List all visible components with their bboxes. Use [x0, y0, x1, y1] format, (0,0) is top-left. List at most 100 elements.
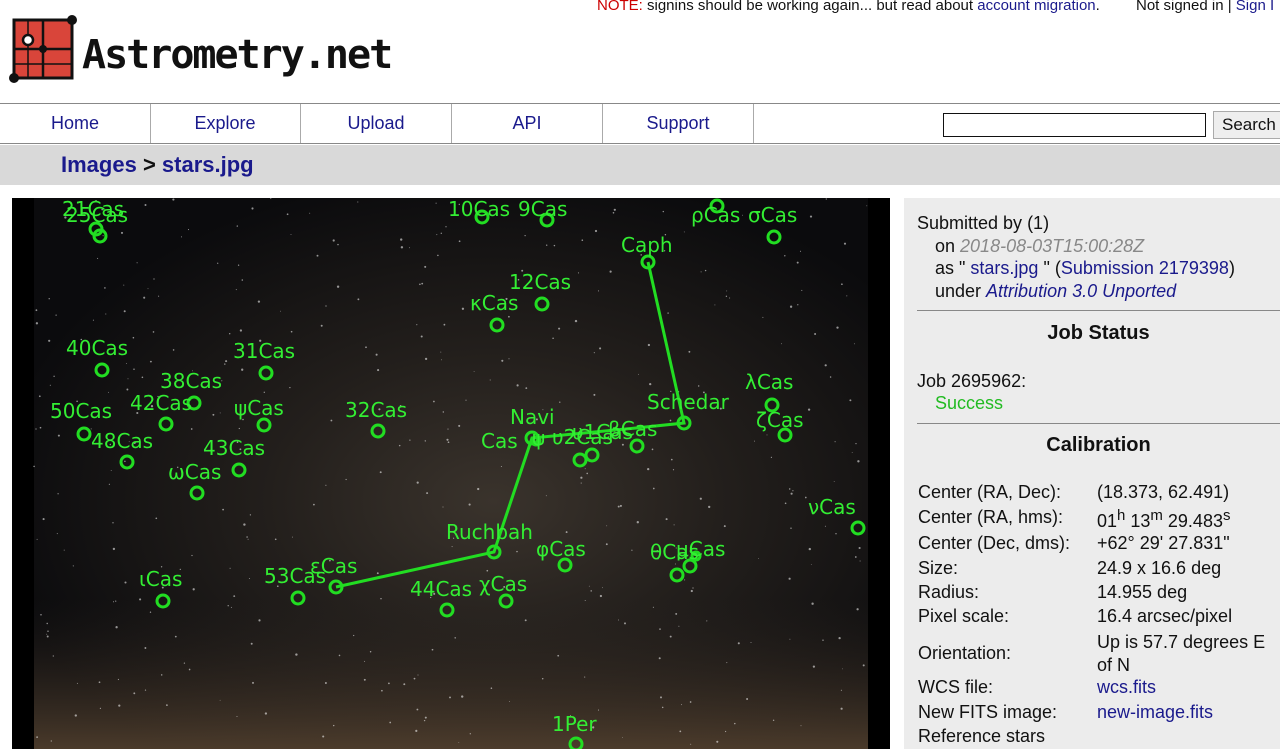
background-star [33, 465, 35, 468]
job-id-label: Job 2695962: [917, 371, 1027, 391]
background-star [76, 682, 78, 684]
background-star [449, 696, 451, 699]
background-star [441, 359, 442, 361]
background-star [46, 635, 49, 638]
breadcrumb-images-link[interactable]: Images [61, 152, 137, 177]
background-star [809, 215, 813, 218]
background-star [580, 482, 582, 484]
background-star [132, 336, 135, 339]
background-star [419, 283, 421, 286]
search-input[interactable] [943, 113, 1206, 137]
calib-key: WCS file: [918, 677, 994, 697]
nav-home[interactable]: Home [0, 104, 151, 143]
background-star [704, 269, 707, 272]
site-logo[interactable]: Astrometry.net [8, 12, 393, 92]
background-star [388, 682, 390, 685]
background-star [659, 628, 661, 630]
background-star [788, 577, 791, 580]
background-star [678, 625, 680, 627]
star-label: σCas [748, 203, 797, 227]
nav-api[interactable]: API [452, 104, 603, 143]
background-star [558, 327, 561, 330]
background-star [332, 239, 335, 242]
background-star [690, 743, 692, 745]
background-star [700, 271, 702, 273]
calib-value: 01h 13m 29.483s [1097, 507, 1277, 533]
background-star [55, 314, 57, 316]
file-link[interactable]: stars.jpg [970, 258, 1038, 278]
background-star [338, 654, 341, 657]
background-star [473, 371, 475, 372]
background-star [400, 238, 403, 241]
background-star [420, 335, 423, 338]
notice-text: signins should be working again... but r… [642, 0, 978, 14]
account-migration-link[interactable]: account migration [977, 0, 1095, 14]
background-star [846, 295, 848, 297]
nav-upload[interactable]: Upload [301, 104, 452, 143]
background-star [149, 360, 152, 363]
background-star [375, 353, 378, 356]
auth-status: Not signed in | Sign I [1136, 0, 1274, 14]
breadcrumb-current[interactable]: stars.jpg [162, 152, 254, 177]
background-star [618, 619, 619, 621]
background-star [856, 608, 859, 611]
background-star [99, 707, 101, 709]
hms-m: 13 [1125, 511, 1151, 531]
new-fits-link[interactable]: new-image.fits [1097, 702, 1213, 722]
background-star [120, 231, 124, 234]
submission-date: 2018-08-03T15:00:28Z [960, 235, 1145, 256]
background-star [398, 444, 401, 447]
background-star [800, 725, 802, 727]
background-star [126, 362, 127, 364]
calib-key: Reference stars [918, 726, 1046, 746]
background-star [330, 419, 333, 422]
sign-in-link[interactable]: Sign I [1236, 0, 1274, 14]
background-star [440, 351, 442, 353]
background-star [834, 441, 836, 443]
wcs-file-link[interactable]: wcs.fits [1097, 677, 1156, 697]
submission-link[interactable]: Submission 2179398 [1061, 258, 1229, 278]
breadcrumb-separator: > [136, 152, 162, 177]
background-star [647, 467, 650, 471]
background-star [222, 508, 224, 511]
calib-value: Up is 57.7 degrees E of N [1097, 631, 1266, 675]
annotated-sky-image[interactable]: 21Cas 25Cas 10Cas 9Cas ρCas σCas Caph 12… [12, 198, 890, 749]
calib-row-center-hms: Center (RA, hms): 01h 13m 29.483s [918, 507, 1277, 533]
background-star [524, 619, 527, 622]
background-star [584, 600, 586, 601]
background-star [726, 662, 728, 664]
search-button[interactable]: Search [1213, 111, 1280, 139]
background-star [612, 212, 615, 214]
background-star [241, 368, 244, 371]
background-star [144, 689, 147, 691]
background-star [224, 363, 226, 365]
nav-explore[interactable]: Explore [150, 104, 301, 143]
background-star [468, 503, 471, 506]
background-star [424, 265, 427, 268]
background-star [661, 706, 664, 709]
star-label: ζCas [756, 408, 804, 432]
background-star [379, 471, 382, 474]
background-star [866, 205, 868, 207]
background-star [706, 620, 708, 622]
background-star [230, 606, 232, 608]
background-star [622, 737, 623, 738]
background-star [584, 468, 586, 470]
background-star [92, 319, 94, 321]
background-star [50, 740, 52, 742]
background-star [227, 605, 229, 607]
star-label: 50Cas [50, 399, 112, 423]
background-star [247, 538, 249, 540]
background-star [842, 668, 843, 670]
background-star [789, 305, 793, 308]
background-star [750, 642, 752, 643]
background-star [380, 597, 382, 600]
background-star [290, 233, 292, 235]
nav-support[interactable]: Support [603, 104, 754, 143]
background-star [52, 655, 54, 657]
background-star [838, 636, 841, 640]
background-star [102, 235, 104, 237]
license-link[interactable]: Attribution 3.0 Unported [986, 281, 1176, 301]
background-star [442, 411, 444, 413]
star-label: λCas [745, 370, 793, 394]
